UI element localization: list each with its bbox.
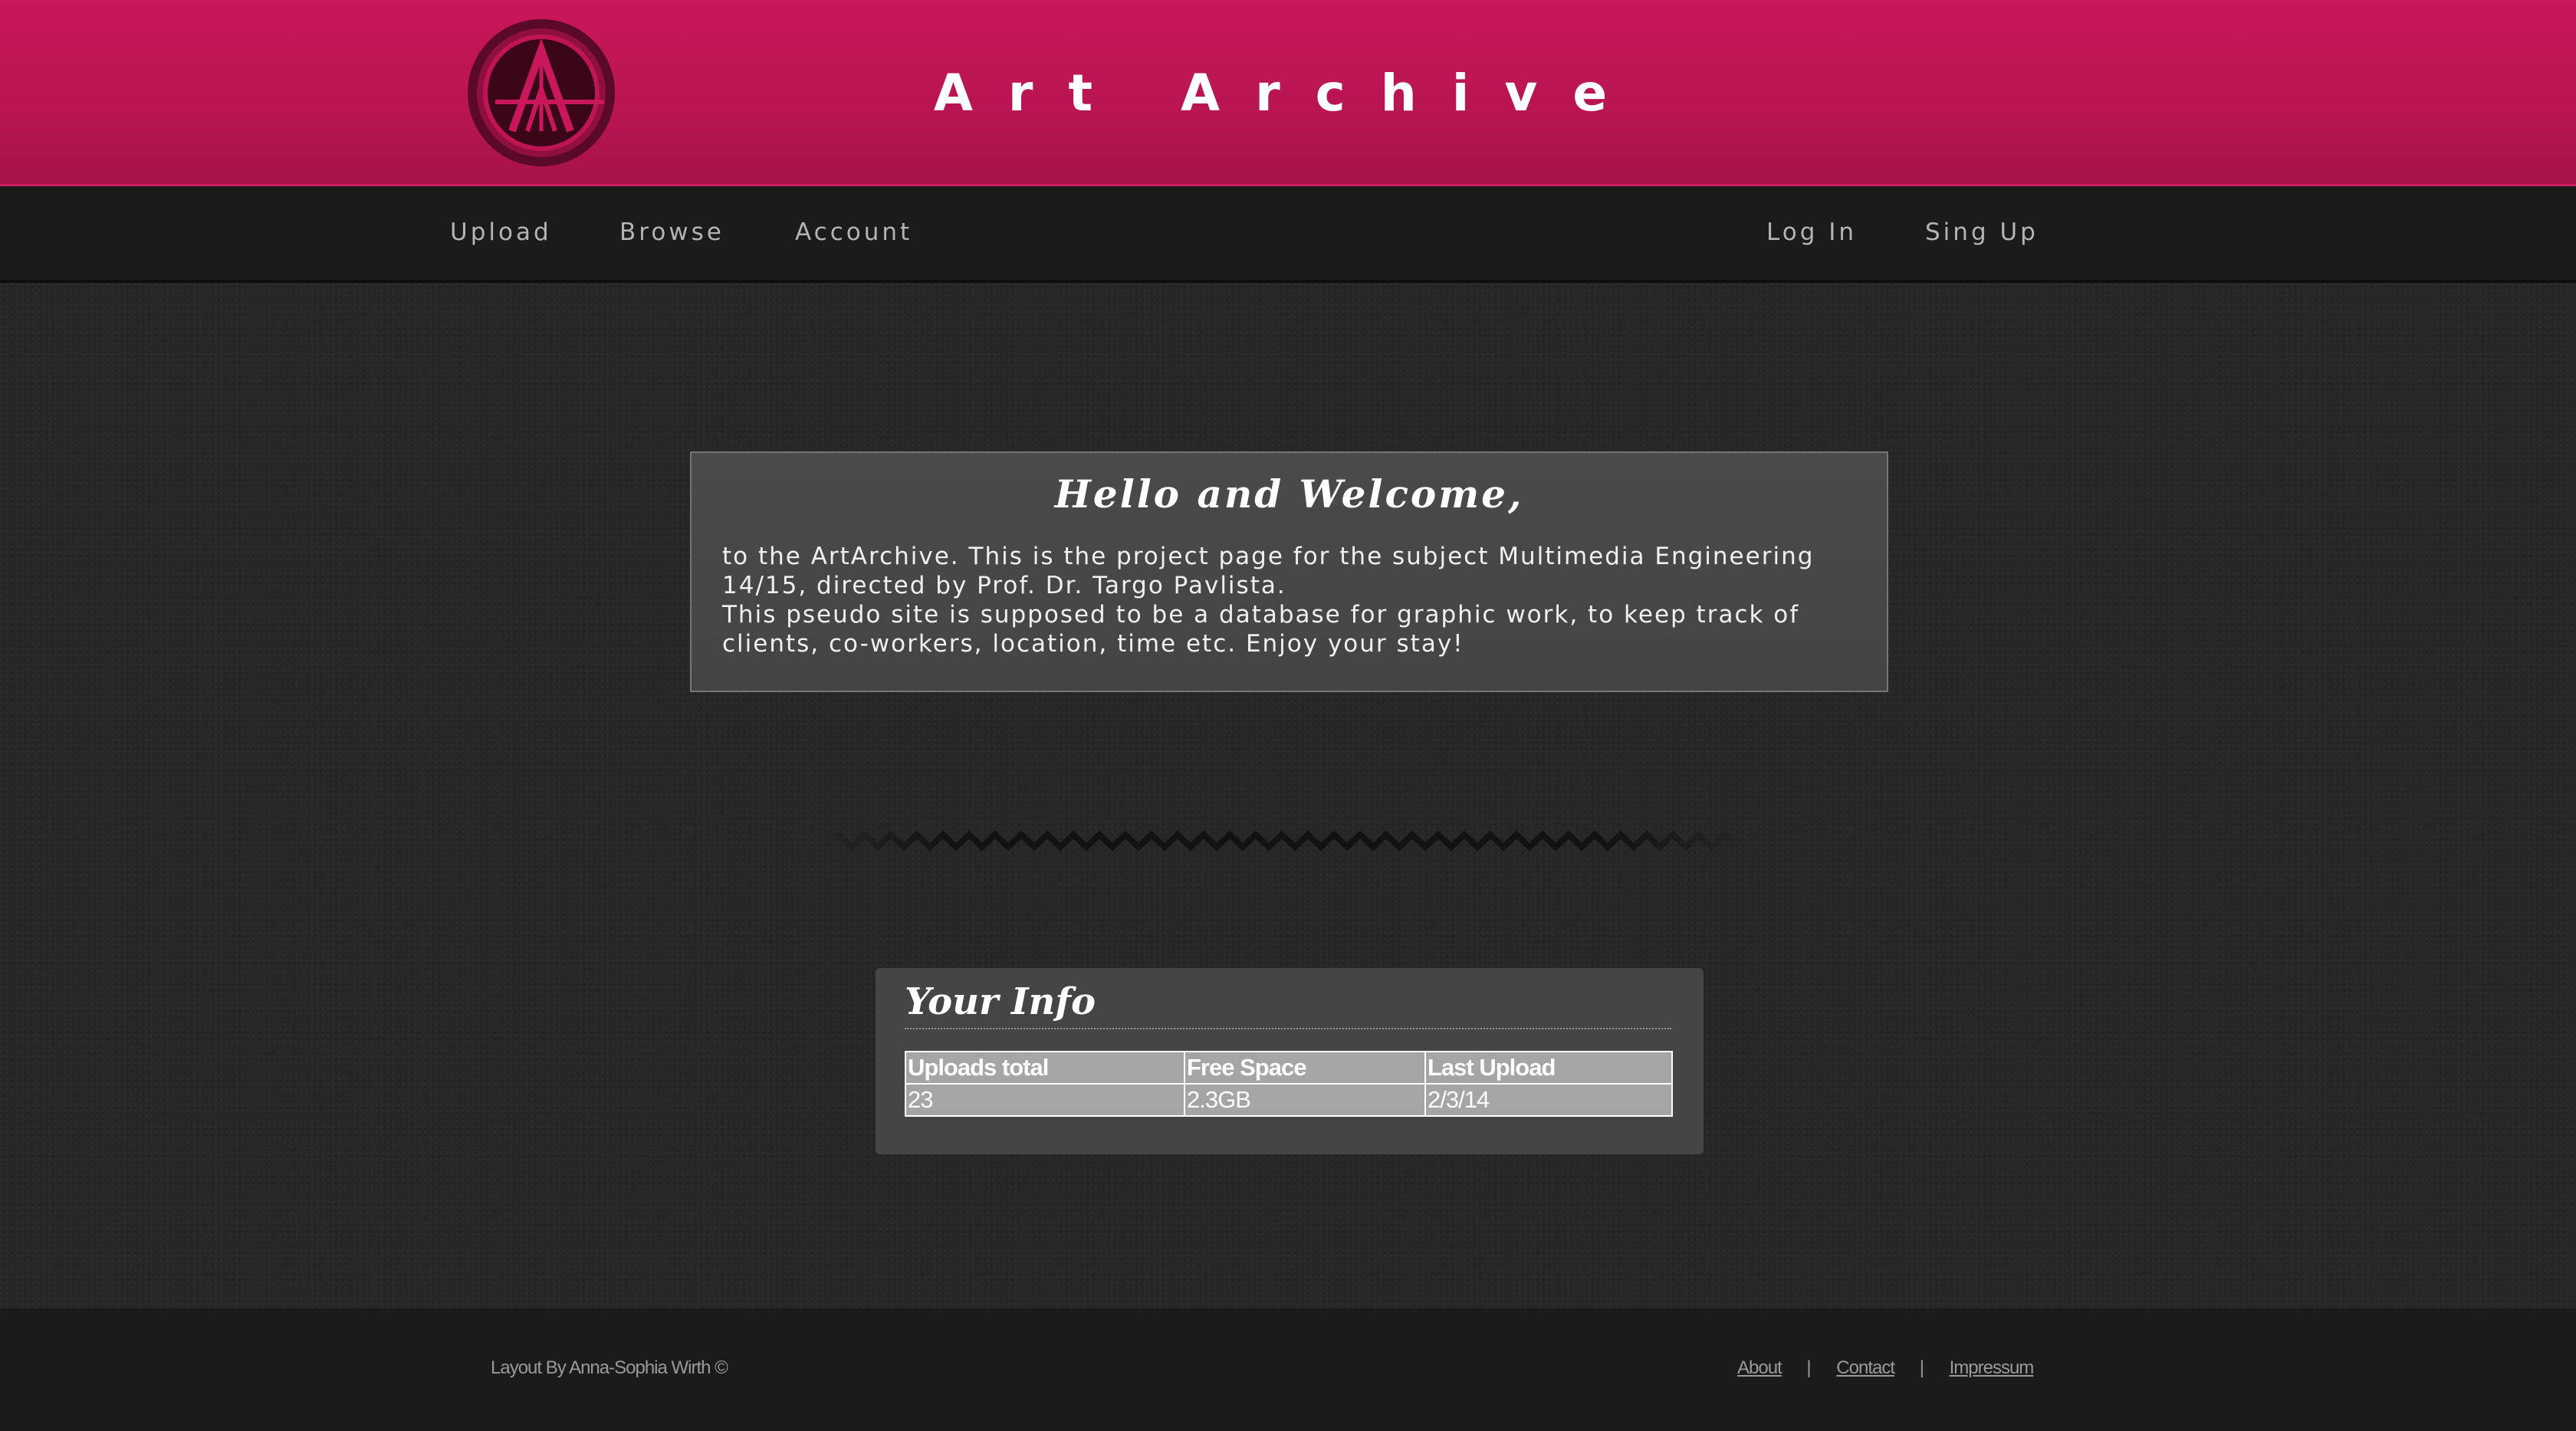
value-uploads-total: 23 [905, 1083, 1185, 1117]
art-archive-logo[interactable] [465, 16, 618, 169]
header-free-space: Free Space [1184, 1051, 1426, 1085]
site-footer: Layout By Anna-Sophia Wirth © About | Co… [0, 1308, 2576, 1431]
site-header: Art Archive [0, 0, 2576, 186]
footer-link-impressum[interactable]: Impressum [1950, 1357, 2035, 1378]
table-row: 23 2.3GB 2/3/14 [905, 1083, 1673, 1117]
site-title: Art Archive [933, 64, 1643, 123]
footer-separator: | [1806, 1357, 1812, 1378]
main-nav: Upload Browse Account Log In Sing Up [0, 186, 2576, 283]
welcome-line-2: This pseudo site is supposed to be a dat… [722, 601, 1800, 658]
welcome-text: to the ArtArchive. This is the project p… [722, 542, 1857, 658]
welcome-title: Hello and Welcome, [1054, 471, 1524, 517]
footer-links: About | Contact | Impressum [1737, 1356, 2035, 1380]
footer-link-contact[interactable]: Contact [1836, 1357, 1895, 1378]
info-divider [905, 1028, 1671, 1029]
value-free-space: 2.3GB [1184, 1083, 1426, 1117]
welcome-line-1: to the ArtArchive. This is the project p… [722, 543, 1815, 599]
your-info-panel: Your Info Uploads total Free Space Last … [876, 968, 1704, 1154]
header-uploads-total: Uploads total [905, 1051, 1185, 1085]
value-last-upload: 2/3/14 [1424, 1083, 1673, 1117]
footer-credit: Layout By Anna-Sophia Wirth © [491, 1357, 728, 1378]
footer-separator: | [1919, 1357, 1924, 1378]
info-title: Your Info [905, 980, 1096, 1023]
table-header-row: Uploads total Free Space Last Upload [905, 1051, 1673, 1085]
footer-link-about[interactable]: About [1737, 1357, 1783, 1378]
welcome-panel: Hello and Welcome, to the ArtArchive. Th… [690, 451, 1888, 692]
header-last-upload: Last Upload [1424, 1051, 1673, 1085]
nav-browse[interactable]: Browse [619, 215, 724, 249]
nav-account[interactable]: Account [795, 215, 912, 249]
nav-sign-up[interactable]: Sing Up [1925, 215, 2039, 249]
zigzag-divider [813, 830, 1753, 852]
main-content: Hello and Welcome, to the ArtArchive. Th… [0, 283, 2576, 1308]
nav-upload[interactable]: Upload [450, 215, 552, 249]
nav-log-in[interactable]: Log In [1766, 215, 1857, 249]
info-table: Uploads total Free Space Last Upload 23 … [905, 1051, 1673, 1117]
